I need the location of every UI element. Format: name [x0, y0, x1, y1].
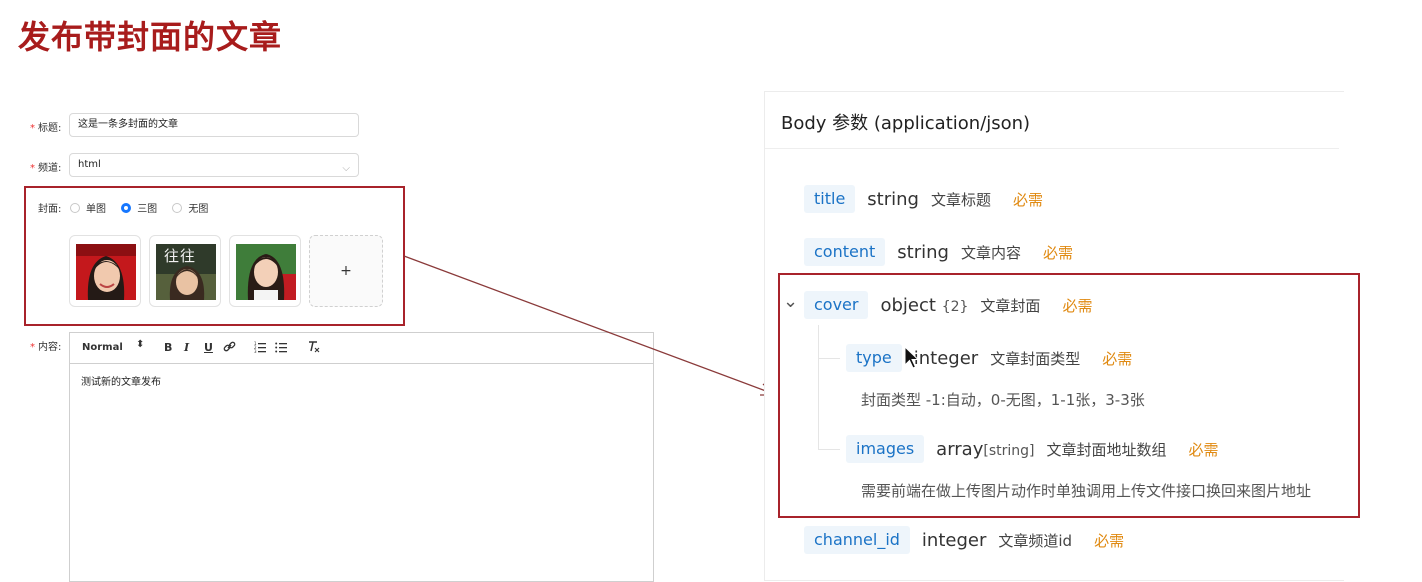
cover-image-3	[236, 244, 296, 300]
channel-select[interactable]: html ⌵	[69, 153, 359, 177]
param-row-content: content string 文章内容 必需	[804, 238, 1073, 266]
channel-select-value: html	[78, 159, 101, 170]
underline-button[interactable]: U	[204, 341, 213, 354]
param-row-channel-id: channel_id integer 文章频道id 必需	[804, 526, 1124, 554]
param-name: channel_id	[804, 526, 910, 554]
cover-thumbnail[interactable]	[229, 235, 301, 307]
content-label: * 内容:	[30, 342, 62, 353]
param-name: type	[846, 344, 902, 372]
param-row-title: title string 文章标题 必需	[804, 185, 1043, 213]
param-type: object {2}	[880, 294, 969, 316]
thumb-overlay-text: 往往	[164, 247, 197, 265]
param-name: content	[804, 238, 886, 266]
format-select[interactable]: Normal	[82, 342, 123, 353]
param-desc: 文章封面	[980, 296, 1041, 315]
param-required: 必需	[1062, 296, 1093, 315]
radio-single[interactable]	[70, 203, 80, 213]
cover-image-1	[76, 244, 136, 300]
param-row-type: type integer 文章封面类型 必需	[846, 344, 1132, 372]
channel-label: * 频道:	[30, 163, 62, 174]
radio-three[interactable]	[121, 203, 132, 213]
italic-button[interactable]: I	[184, 341, 189, 354]
cover-thumbnail[interactable]	[69, 235, 141, 307]
collapse-chevron-icon[interactable]: ⌄	[783, 291, 798, 312]
chevron-down-icon: ⌵	[342, 163, 350, 174]
title-input[interactable]: 这是一条多封面的文章	[69, 113, 359, 137]
add-image-button[interactable]: +	[309, 235, 383, 307]
param-required: 必需	[1012, 190, 1043, 209]
param-type: integer	[921, 529, 987, 551]
param-desc: 文章封面类型	[990, 349, 1081, 368]
param-desc: 文章标题	[930, 190, 991, 209]
param-type-extra: {2}	[941, 298, 969, 315]
param-desc: 文章频道id	[998, 531, 1073, 550]
format-select-arrows-icon: ⬍	[136, 339, 145, 350]
title-label: * 标题:	[30, 123, 62, 134]
param-name: cover	[804, 291, 869, 319]
param-required: 必需	[1094, 531, 1125, 550]
param-name: title	[804, 185, 856, 213]
panel-divider	[765, 148, 1339, 149]
slide-title: 发布带封面的文章	[18, 18, 283, 56]
svg-text:3: 3	[254, 349, 257, 353]
param-row-images: images array[string] 文章封面地址数组 必需	[846, 435, 1219, 463]
param-type: array[string]	[936, 438, 1035, 460]
radio-single-label: 单图	[86, 204, 106, 215]
param-type: integer	[913, 347, 979, 369]
param-desc: 文章内容	[960, 243, 1021, 262]
param-note: 封面类型 -1:自动，0-无图，1-1张，3-3张	[861, 391, 1145, 409]
clear-format-icon[interactable]	[307, 340, 320, 356]
param-name: images	[846, 435, 925, 463]
param-desc: 文章封面地址数组	[1046, 440, 1167, 459]
radio-three-label: 三图	[137, 204, 158, 215]
cover-image-2: 往往	[156, 244, 216, 300]
radio-none[interactable]	[172, 203, 183, 213]
bold-button[interactable]: B	[164, 341, 172, 354]
param-type: string	[867, 188, 919, 210]
param-type-extra: [string]	[983, 442, 1035, 459]
cover-thumbnail[interactable]: 往往	[149, 235, 221, 307]
param-required: 必需	[1042, 243, 1073, 262]
param-note: 需要前端在做上传图片动作时单独调用上传文件接口换回来图片地址	[861, 482, 1312, 500]
mouse-cursor-icon	[904, 346, 920, 369]
tree-line	[818, 449, 840, 450]
cover-label: 封面:	[38, 204, 62, 215]
bullet-list-icon[interactable]	[275, 341, 287, 356]
param-required: 必需	[1102, 349, 1133, 368]
panel-header: Body 参数 (application/json)	[781, 113, 1031, 134]
param-type: string	[897, 241, 949, 263]
tree-line	[818, 325, 819, 450]
link-icon[interactable]	[223, 340, 236, 356]
param-required: 必需	[1188, 440, 1219, 459]
radio-none-label: 无图	[188, 204, 209, 215]
param-row-cover: cover object {2} 文章封面 必需	[804, 291, 1092, 319]
cover-radio-group: 单图 三图 无图	[70, 200, 220, 215]
tree-line	[818, 358, 840, 359]
ordered-list-icon[interactable]: 123	[254, 341, 266, 356]
editor-content-text: 测试新的文章发布	[81, 377, 161, 388]
connector-arrow	[403, 255, 778, 396]
